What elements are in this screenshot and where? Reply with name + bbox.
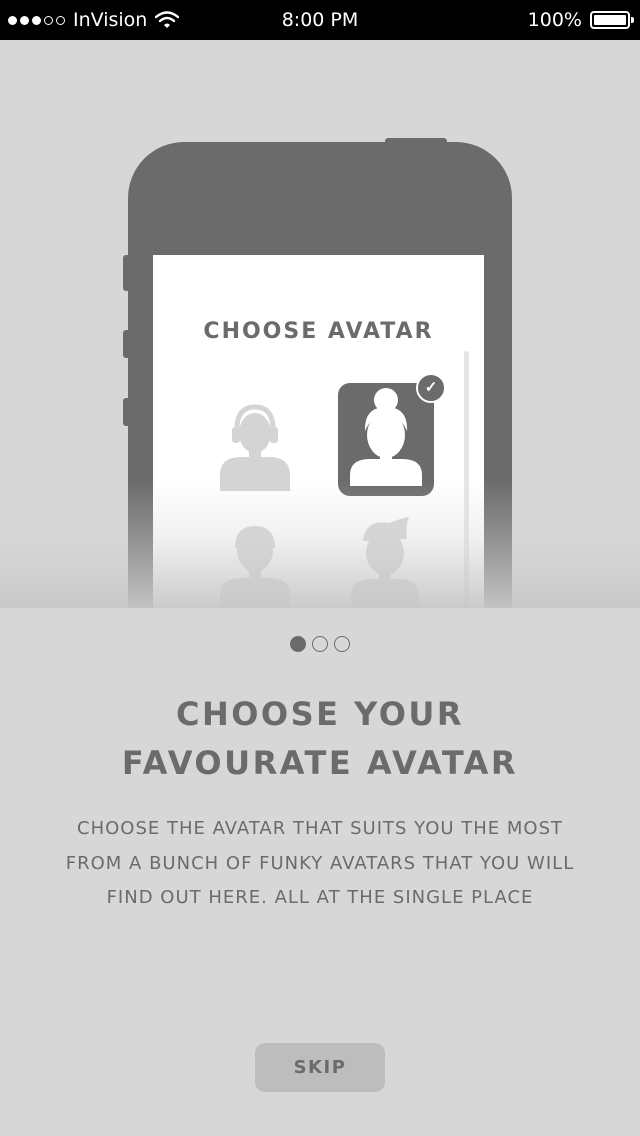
avatar-headphones-icon	[215, 395, 295, 491]
status-bar: InVision 8:00 PM 100%	[0, 0, 640, 40]
avatar-bun-hair-icon	[338, 383, 434, 496]
status-bar-right: 100%	[527, 0, 634, 40]
signal-dot	[56, 15, 65, 25]
avatar-quiff-hair-icon	[345, 517, 425, 608]
skip-button[interactable]: SKIP	[255, 1043, 385, 1092]
page-indicator	[0, 636, 640, 652]
onboarding-illustration: CHOOSE AVATAR ✓	[0, 40, 640, 608]
status-bar-left: InVision	[8, 0, 180, 40]
phone-screen: CHOOSE AVATAR ✓	[153, 255, 484, 608]
checkmark-icon: ✓	[416, 373, 446, 403]
page-dot-1[interactable]	[290, 636, 306, 652]
screen-title: CHOOSE AVATAR	[203, 319, 434, 344]
description-line-3: FIND OUT HERE. ALL AT THE SINGLE PLACE	[106, 887, 534, 908]
screen-scrollbar	[464, 351, 469, 608]
signal-strength-icon	[8, 15, 65, 25]
onboarding-description: CHOOSE THE AVATAR THAT SUITS YOU THE MOS…	[40, 812, 600, 916]
signal-dot	[44, 15, 53, 25]
page-dot-2[interactable]	[312, 636, 328, 652]
onboarding-heading: CHOOSE YOUR FAVOURATE AVATAR	[0, 690, 640, 788]
heading-line-2: FAVOURATE AVATAR	[121, 744, 519, 782]
page-dot-3[interactable]	[334, 636, 350, 652]
heading-line-1: CHOOSE YOUR	[175, 695, 465, 733]
description-line-1: CHOOSE THE AVATAR THAT SUITS YOU THE MOS…	[77, 818, 563, 839]
avatar-cap-icon	[215, 520, 295, 608]
battery-icon	[590, 11, 634, 29]
signal-dot	[32, 15, 41, 25]
signal-dot	[20, 15, 29, 25]
carrier-name: InVision	[73, 9, 148, 31]
description-line-2: FROM A BUNCH OF FUNKY AVATARS THAT YOU W…	[65, 852, 575, 874]
battery-percent: 100%	[527, 9, 582, 31]
signal-dot	[8, 15, 17, 25]
wifi-icon	[155, 11, 180, 28]
